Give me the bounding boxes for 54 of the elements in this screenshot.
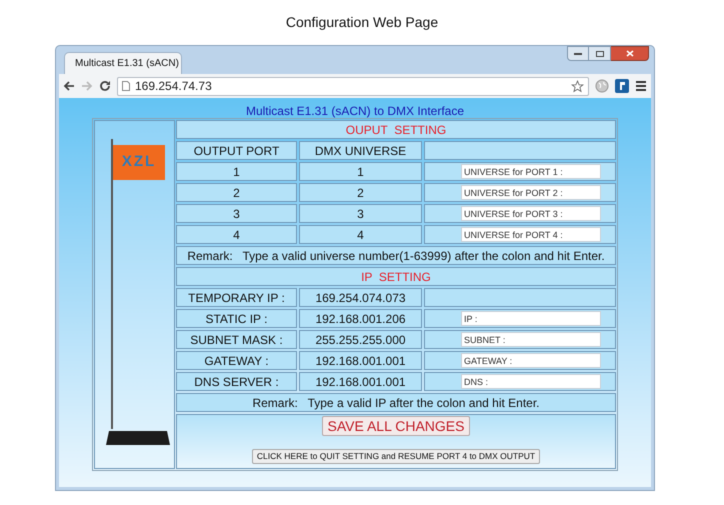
address-text: 169.254.74.73 (135, 78, 212, 95)
input-field[interactable]: UNIVERSE for PORT 2 : (461, 185, 601, 200)
caption: Configuration Web Page (286, 13, 438, 32)
input-field[interactable]: UNIVERSE for PORT 1 : (461, 164, 601, 179)
maximize-button[interactable] (589, 46, 611, 61)
page-icon (122, 81, 130, 91)
row-label: GATEWAY : (176, 351, 297, 370)
table-cell: 169.254.074.073 (299, 288, 422, 307)
table-cell: 3 (299, 204, 422, 223)
star-icon[interactable] (571, 80, 584, 92)
table-cell: 192.168.001.206 (299, 309, 422, 328)
row-label: SUBNET MASK : (176, 330, 297, 349)
extension-icon[interactable] (615, 79, 629, 93)
remark-text: Remark: Type a valid universe number(1-63999) after the colon and hit Enter. (176, 246, 616, 265)
save-button[interactable]: SAVE ALL CHANGES (322, 416, 470, 436)
row-label: DNS SERVER : (176, 372, 297, 391)
table-cell: 2 (176, 183, 297, 202)
maximize-icon (596, 50, 604, 56)
table-cell: 192.168.001.001 (299, 372, 422, 391)
input-field[interactable]: UNIVERSE for PORT 3 : (461, 206, 601, 221)
table-cell: 1 (299, 162, 422, 181)
column-header: DMX UNIVERSE (299, 141, 422, 160)
minimize-button[interactable] (567, 46, 589, 61)
tab-title: Multicast E1.31 (sACN) (75, 57, 179, 71)
reload-icon[interactable] (99, 80, 111, 92)
menu-icon[interactable] (635, 80, 647, 92)
table-cell: 4 (299, 225, 422, 244)
table-cell: 2 (299, 183, 422, 202)
input-field[interactable]: SUBNET : (461, 332, 601, 347)
column-header: OUTPUT PORT (176, 141, 297, 160)
section-title: IP SETTING (176, 267, 616, 286)
section-title: OUPUT SETTING (176, 120, 616, 139)
remark-text: Remark: Type a valid IP after the colon and hit Enter. (176, 393, 616, 412)
row-label: STATIC IP : (176, 309, 297, 328)
globe-icon[interactable] (595, 79, 609, 93)
row-label: TEMPORARY IP : (176, 288, 297, 307)
address-bar[interactable]: 169.254.74.73 (117, 76, 589, 96)
table-cell: 3 (176, 204, 297, 223)
table-cell: 1 (176, 162, 297, 181)
table-cell: 192.168.001.001 (299, 351, 422, 370)
browser-tab[interactable]: Multicast E1.31 (sACN) (64, 52, 182, 74)
minimize-icon (574, 52, 582, 54)
quit-button[interactable]: CLICK HERE to QUIT SETTING and RESUME PORT 4 to DMX OUTPUT (252, 449, 540, 464)
close-icon (626, 50, 634, 57)
input-field[interactable]: IP : (461, 311, 601, 326)
input-field[interactable]: GATEWAY : (461, 353, 601, 368)
close-button[interactable] (611, 46, 649, 61)
flag-logo: XZL (113, 145, 165, 180)
back-icon[interactable] (63, 80, 75, 92)
table-cell: 4 (176, 225, 297, 244)
input-field[interactable]: UNIVERSE for PORT 4 : (461, 227, 601, 242)
page-heading: Multicast E1.31 (sACN) to DMX Interface (246, 103, 464, 118)
input-field[interactable]: DNS : (461, 374, 601, 389)
table-cell: 255.255.255.000 (299, 330, 422, 349)
